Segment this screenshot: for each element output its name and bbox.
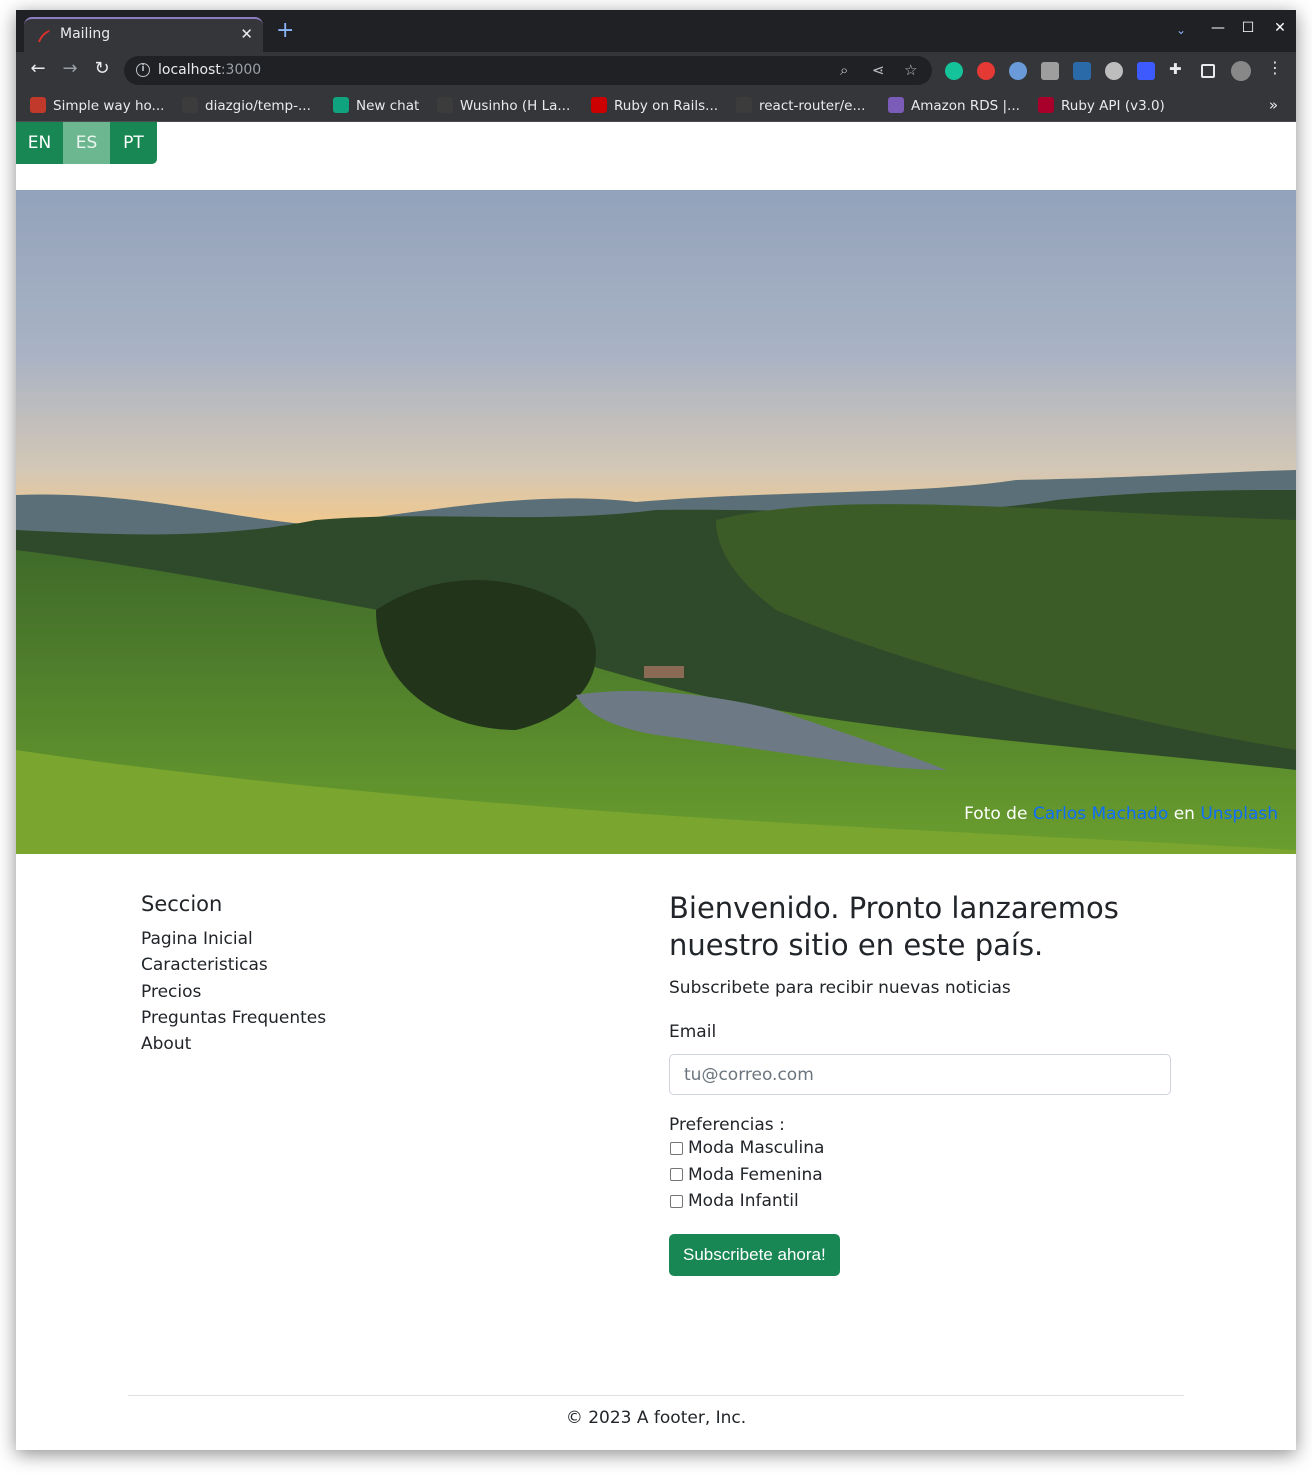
url-text: localhost:3000 bbox=[158, 62, 262, 78]
new-tab-button[interactable]: + bbox=[276, 20, 294, 42]
lang-button-pt[interactable]: PT bbox=[110, 122, 157, 164]
browser-window: Mailing ✕ + ⌄ — ☐ ✕ ← → ↻ i localhost:30… bbox=[16, 10, 1296, 1450]
option-label: Moda Infantil bbox=[688, 1191, 799, 1212]
adblock-extension-icon[interactable] bbox=[977, 62, 995, 80]
nav-link-pricing[interactable]: Precios bbox=[141, 979, 326, 1005]
option-women-fashion[interactable]: Moda Femenina bbox=[669, 1162, 1171, 1189]
page-content: EN ES PT Foto de Carlos Machado en Unspl… bbox=[16, 122, 1296, 1450]
subscribe-form: Bienvenido. Pronto lanzaremos nuestro si… bbox=[669, 890, 1171, 1276]
subscribe-button[interactable]: Subscribete ahora! bbox=[669, 1233, 840, 1276]
nav-link-features[interactable]: Caracteristicas bbox=[141, 952, 326, 978]
bookmarks-bar: Simple way ho... diazgio/temp-... New ch… bbox=[16, 89, 1296, 122]
back-arrow-icon[interactable]: ← bbox=[27, 58, 49, 79]
checkbox[interactable] bbox=[670, 1141, 683, 1155]
nav-link-faq[interactable]: Preguntas Frequentes bbox=[141, 1005, 326, 1031]
browser-toolbar: ← → ↻ i localhost:3000 ⌕ ⋖ ☆ ✚ ⋮ bbox=[16, 52, 1296, 89]
address-bar[interactable]: i localhost:3000 ⌕ ⋖ ☆ bbox=[124, 56, 932, 85]
github-icon bbox=[736, 97, 752, 113]
unsplash-link[interactable]: Unsplash bbox=[1200, 804, 1278, 824]
bookmark-item[interactable]: diazgio/temp-... bbox=[182, 97, 311, 114]
screenshot-extension-icon[interactable] bbox=[1041, 62, 1059, 80]
section-nav: Seccion Pagina Inicial Caracteristicas P… bbox=[141, 892, 326, 1057]
bookmark-item[interactable]: Wusinho (H La... bbox=[437, 97, 570, 114]
reload-icon[interactable]: ↻ bbox=[91, 58, 113, 79]
tab-title: Mailing bbox=[60, 26, 111, 42]
profile-avatar[interactable] bbox=[1231, 61, 1251, 81]
browser-tab[interactable]: Mailing ✕ bbox=[24, 17, 263, 52]
menu-kebab-icon[interactable]: ⋮ bbox=[1264, 58, 1286, 77]
section-nav-title: Seccion bbox=[141, 892, 223, 916]
subscribe-lead: Subscribete para recibir nuevas noticias bbox=[669, 978, 1011, 998]
nav-link-home[interactable]: Pagina Inicial bbox=[141, 926, 326, 952]
welcome-heading: Bienvenido. Pronto lanzaremos nuestro si… bbox=[669, 891, 1119, 962]
bookmark-item[interactable]: Ruby API (v3.0) bbox=[1038, 97, 1165, 114]
ruby-icon bbox=[1038, 97, 1054, 113]
bookmark-star-icon[interactable]: ☆ bbox=[904, 61, 917, 79]
side-panel-icon[interactable] bbox=[1201, 64, 1215, 78]
bookmark-favicon-icon bbox=[30, 97, 46, 113]
github-icon bbox=[437, 97, 453, 113]
tab-search-chevron-icon[interactable]: ⌄ bbox=[1176, 23, 1186, 37]
option-kids-fashion[interactable]: Moda Infantil bbox=[669, 1188, 1171, 1215]
bookmark-item[interactable]: Amazon RDS |... bbox=[888, 97, 1020, 114]
maximize-button[interactable]: ☐ bbox=[1240, 20, 1256, 36]
extension-icon[interactable] bbox=[1073, 62, 1091, 80]
option-label: Moda Femenina bbox=[688, 1164, 823, 1185]
share-icon[interactable]: ⋖ bbox=[872, 61, 885, 79]
grammarly-extension-icon[interactable] bbox=[945, 62, 963, 80]
extension-icon[interactable] bbox=[1137, 62, 1155, 80]
footer-divider bbox=[128, 1395, 1184, 1396]
footer-copyright: © 2023 A footer, Inc. bbox=[565, 1408, 747, 1428]
puzzle-extensions-icon[interactable]: ✚ bbox=[1169, 60, 1187, 78]
nav-link-about[interactable]: About bbox=[141, 1031, 326, 1057]
checkbox[interactable] bbox=[670, 1194, 683, 1208]
bookmarks-overflow-icon[interactable]: » bbox=[1269, 96, 1278, 114]
checkbox[interactable] bbox=[670, 1168, 683, 1182]
preferences-label: Preferencias : bbox=[669, 1115, 785, 1135]
lang-button-en[interactable]: EN bbox=[16, 122, 63, 164]
rails-icon bbox=[591, 97, 607, 113]
settings-extension-icon[interactable] bbox=[1105, 62, 1123, 80]
extension-icon[interactable] bbox=[1009, 62, 1027, 80]
language-switcher: EN ES PT bbox=[16, 122, 157, 164]
bookmark-item[interactable]: react-router/e... bbox=[736, 97, 865, 114]
bookmark-item[interactable]: New chat bbox=[333, 97, 419, 114]
github-icon bbox=[182, 97, 198, 113]
openai-icon bbox=[333, 97, 349, 113]
zoom-icon[interactable]: ⌕ bbox=[840, 61, 848, 79]
bookmark-item[interactable]: Ruby on Rails... bbox=[591, 97, 718, 114]
title-bar: Mailing ✕ + ⌄ — ☐ ✕ bbox=[16, 10, 1296, 52]
close-window-button[interactable]: ✕ bbox=[1272, 20, 1288, 36]
option-label: Moda Masculina bbox=[688, 1138, 825, 1159]
email-input[interactable] bbox=[669, 1054, 1171, 1095]
email-label: Email bbox=[669, 1022, 717, 1042]
credit-prefix: Foto de bbox=[964, 804, 1028, 824]
lang-button-es[interactable]: ES bbox=[63, 122, 110, 164]
heroku-icon bbox=[888, 97, 904, 113]
forward-arrow-icon[interactable]: → bbox=[59, 58, 81, 79]
credit-mid: en bbox=[1173, 804, 1195, 824]
photo-credit: Foto de Carlos Machado en Unsplash bbox=[964, 804, 1278, 824]
bookmark-item[interactable]: Simple way ho... bbox=[30, 97, 164, 114]
hero-landscape-image: Foto de Carlos Machado en Unsplash bbox=[16, 190, 1296, 854]
tab-close-icon[interactable]: ✕ bbox=[240, 25, 253, 43]
landscape-illustration bbox=[16, 190, 1296, 854]
rails-favicon-icon bbox=[38, 30, 50, 42]
option-men-fashion[interactable]: Moda Masculina bbox=[669, 1135, 1171, 1162]
minimize-button[interactable]: — bbox=[1210, 20, 1226, 36]
site-info-icon[interactable]: i bbox=[136, 63, 150, 77]
author-link[interactable]: Carlos Machado bbox=[1033, 804, 1168, 824]
